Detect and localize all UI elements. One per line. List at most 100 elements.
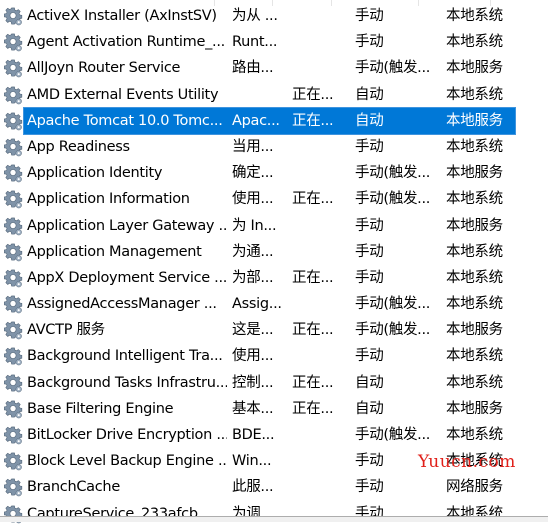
- gear-icon: [3, 243, 23, 262]
- service-desc: 基本...: [232, 400, 274, 417]
- gear-icon: [3, 33, 23, 52]
- service-startup: 手动(触发...: [355, 60, 431, 77]
- service-startup: 手动(触发...: [355, 191, 431, 208]
- service-row[interactable]: AssignedAccessManager ... Assig... 手动(触发..…: [0, 291, 548, 317]
- service-name: Base Filtering Engine: [27, 400, 174, 417]
- service-row[interactable]: Application Identity 确定... 手动(触发... 本地服务: [0, 160, 548, 186]
- service-desc: 为从 ...: [232, 8, 278, 24]
- services-list: ActiveX Installer (AxInstSV) 为从 ... 手动 本地系统…: [0, 3, 548, 527]
- service-desc: Assig...: [232, 296, 282, 313]
- gear-icon: [3, 295, 23, 314]
- gear-icon: [3, 138, 23, 157]
- service-row[interactable]: Base Filtering Engine 基本... 正在... 自动 本地服务: [0, 396, 548, 422]
- service-status: 正在...: [292, 112, 334, 129]
- service-logon: 本地系统: [446, 191, 503, 208]
- gear-icon: [3, 7, 23, 26]
- service-logon: 网络服务: [446, 479, 503, 496]
- service-row[interactable]: BitLocker Drive Encryption ... BDE... 手动(触…: [0, 422, 548, 448]
- gear-icon: [3, 321, 23, 340]
- service-startup: 手动(触发...: [355, 322, 431, 339]
- service-row[interactable]: AVCTP 服务 这是... 正在... 手动(触发... 本地服务: [0, 317, 548, 343]
- service-desc: 使用...: [232, 191, 274, 208]
- service-row[interactable]: Apache Tomcat 10.0 Tomc... Apac... 正在... 自动…: [0, 106, 548, 135]
- service-status: 正在...: [292, 374, 334, 391]
- service-status: 正在...: [292, 322, 334, 339]
- service-desc: BDE...: [232, 427, 275, 443]
- service-logon: 本地系统: [446, 427, 503, 443]
- service-name: Background Intelligent Tra...: [27, 348, 223, 365]
- service-name: AMD External Events Utility: [27, 86, 219, 103]
- service-row[interactable]: App Readiness 当用... 手动 本地系统: [0, 134, 548, 160]
- service-logon: 本地服务: [446, 165, 503, 182]
- service-startup: 手动: [355, 8, 384, 24]
- service-startup: 手动(触发...: [355, 296, 431, 313]
- service-logon: 本地系统: [446, 138, 503, 155]
- service-row[interactable]: Application Management 为通... 手动 本地系统: [0, 239, 548, 265]
- service-status: 正在...: [292, 191, 334, 208]
- service-desc: 确定...: [232, 165, 274, 182]
- service-name: Agent Activation Runtime_...: [27, 34, 225, 51]
- service-name: Apache Tomcat 10.0 Tomc...: [27, 112, 223, 129]
- service-desc: 当用...: [232, 138, 274, 155]
- service-name: Application Information: [27, 191, 190, 208]
- gear-icon: [3, 426, 23, 445]
- service-row[interactable]: Background Tasks Infrastru... 控制... 正在... 自…: [0, 370, 548, 396]
- service-desc: 使用...: [232, 348, 274, 365]
- service-row[interactable]: Agent Activation Runtime_... Runt... 手动 本地系…: [0, 29, 548, 55]
- gear-icon: [3, 217, 23, 236]
- service-logon: 本地系统: [446, 86, 503, 103]
- gear-icon: [3, 190, 23, 209]
- service-row[interactable]: BranchCache 此服... 手动 网络服务: [0, 474, 548, 500]
- gear-icon: [3, 478, 23, 497]
- service-startup: 手动: [355, 269, 384, 286]
- service-startup: 手动(触发...: [355, 165, 431, 182]
- service-name: App Readiness: [27, 138, 130, 155]
- service-startup: 手动(触发...: [355, 427, 431, 443]
- service-name: Application Identity: [27, 165, 163, 182]
- service-logon: 本地系统: [446, 269, 503, 286]
- service-startup: 手动: [355, 138, 384, 155]
- service-desc: Apac...: [232, 112, 280, 129]
- service-status: 正在...: [292, 86, 334, 103]
- horizontal-scrollbar[interactable]: [0, 516, 548, 522]
- gear-icon: [3, 59, 23, 78]
- service-startup: 自动: [355, 400, 384, 417]
- service-name: BranchCache: [27, 479, 120, 496]
- service-startup: 手动: [355, 348, 384, 365]
- service-name: Application Management: [27, 243, 202, 260]
- service-row[interactable]: ActiveX Installer (AxInstSV) 为从 ... 手动 本地系统: [0, 3, 548, 29]
- service-desc: 为部...: [232, 269, 274, 286]
- service-row[interactable]: CaptureService_233afcb 为调... 手动 本地系统: [0, 501, 548, 527]
- service-name: Application Layer Gateway ...: [27, 217, 227, 234]
- gear-icon: [3, 164, 23, 183]
- service-desc: 路由...: [232, 60, 274, 77]
- watermark: Yuucn.com: [418, 452, 516, 472]
- service-row[interactable]: Application Layer Gateway ... 为 In... 手动 本地…: [0, 213, 548, 239]
- service-startup: 手动: [355, 34, 384, 51]
- service-row[interactable]: AllJoyn Router Service 路由... 手动(触发... 本地服务: [0, 55, 548, 81]
- service-desc: 这是...: [232, 322, 274, 339]
- gear-icon: [3, 86, 23, 105]
- service-startup: 手动: [355, 479, 384, 496]
- service-desc: Runt...: [232, 34, 278, 51]
- gear-icon: [3, 347, 23, 366]
- gear-icon: [3, 112, 23, 131]
- service-startup: 自动: [355, 112, 384, 129]
- service-row[interactable]: Application Information 使用... 正在... 手动(触发..…: [0, 186, 548, 212]
- service-desc: 此服...: [232, 479, 274, 496]
- service-startup: 自动: [355, 86, 384, 103]
- service-row[interactable]: Background Intelligent Tra... 使用... 手动 本地系统: [0, 343, 548, 369]
- service-row[interactable]: AMD External Events Utility 正在... 自动 本地系统: [0, 82, 548, 108]
- service-logon: 本地服务: [446, 217, 503, 234]
- service-status: 正在...: [292, 400, 334, 417]
- service-status: 正在...: [292, 269, 334, 286]
- service-name: AssignedAccessManager ...: [27, 296, 217, 313]
- service-row[interactable]: AppX Deployment Service ... 为部... 正在... 手动 本…: [0, 265, 548, 291]
- gear-icon: [3, 400, 23, 419]
- service-logon: 本地系统: [446, 296, 503, 313]
- service-startup: 手动: [355, 217, 384, 234]
- service-logon: 本地系统: [446, 8, 503, 24]
- service-logon: 本地服务: [446, 60, 503, 77]
- service-name: Block Level Backup Engine ...: [27, 453, 227, 470]
- service-name: AllJoyn Router Service: [27, 60, 181, 77]
